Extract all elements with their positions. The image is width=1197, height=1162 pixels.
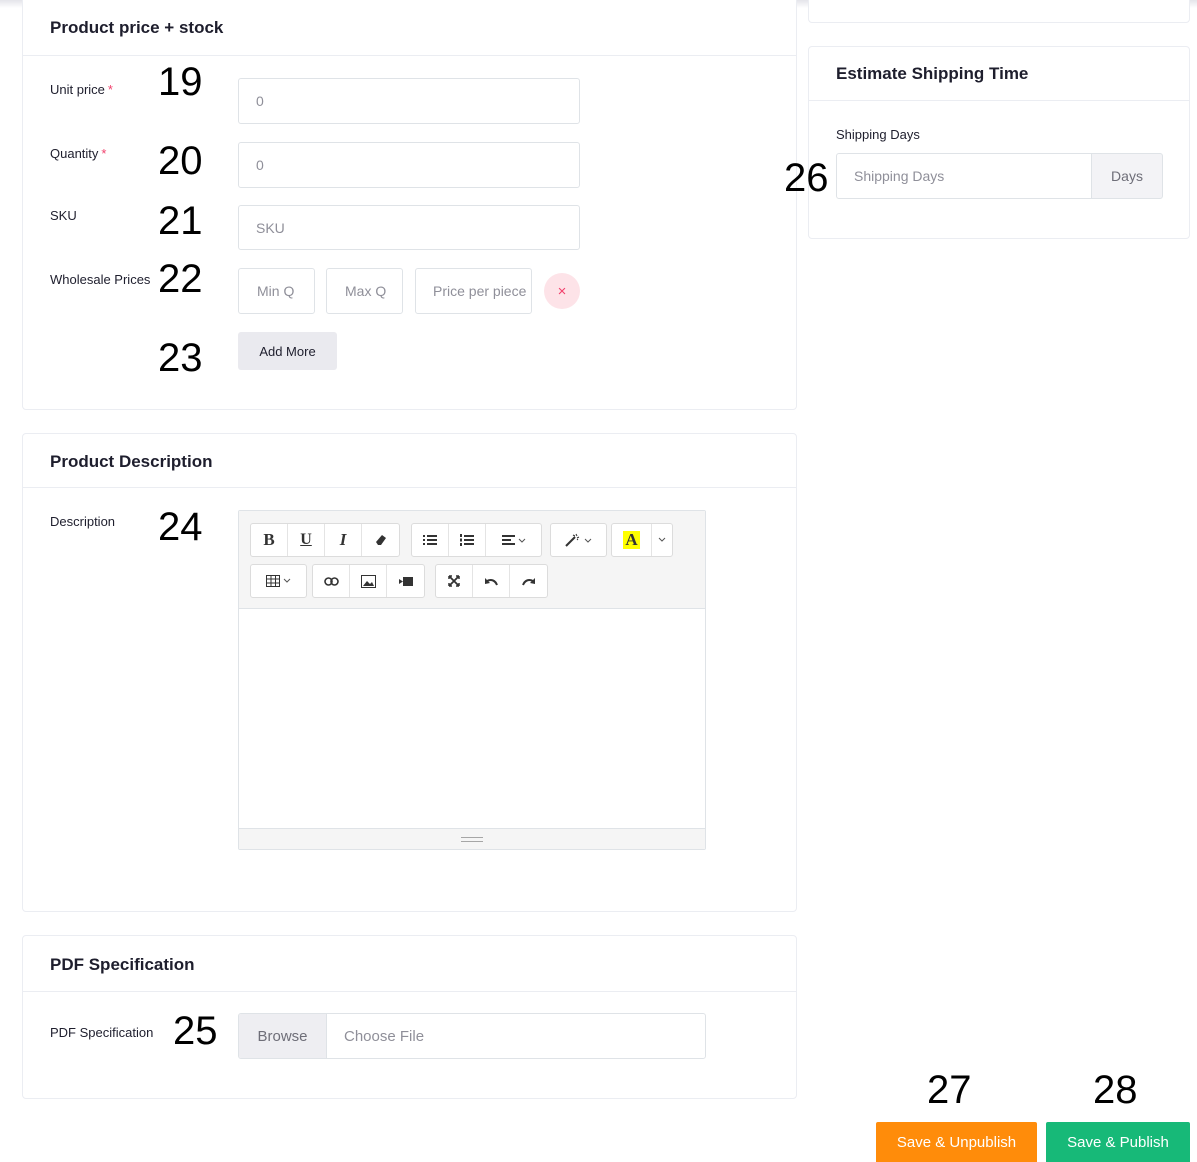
bold-button[interactable]: B [251,524,288,556]
align-icon [501,535,525,545]
fullscreen-button[interactable] [436,565,473,597]
link-icon [323,576,339,586]
video-icon [398,576,413,586]
color-dropdown-button[interactable] [652,524,672,556]
description-title: Product Description [50,452,213,471]
required-marker: * [107,82,113,97]
ordered-list-button[interactable] [449,524,486,556]
price-stock-header: Product price + stock [23,0,796,56]
shipping-card: Estimate Shipping Time [808,46,1190,239]
pdf-label: PDF Specification [50,1025,154,1040]
table-dropdown-button[interactable] [251,565,306,597]
shipping-days-label: Shipping Days [836,127,920,142]
annotation-23: 23 [158,336,203,380]
undo-icon [485,578,498,586]
unit-price-label-text: Unit price [50,82,105,97]
style-dropdown-button[interactable] [551,524,606,556]
table-icon [265,575,290,587]
video-button[interactable] [387,565,424,597]
annotation-26: 26 [784,156,829,200]
wholesale-max-qty-input[interactable]: Max Q [326,268,403,314]
paragraph-group [411,523,542,557]
quantity-input[interactable]: 0 [238,142,580,188]
wholesale-price-input[interactable]: Price per piece [415,268,532,314]
save-and-publish-button[interactable]: Save & Publish [1046,1122,1190,1162]
shipping-header: Estimate Shipping Time [809,47,1189,101]
unordered-list-button[interactable] [412,524,449,556]
table-group [250,564,307,598]
required-marker: * [101,146,107,161]
eraser-icon [375,535,386,545]
insert-group [312,564,425,598]
annotation-27: 27 [927,1068,972,1112]
unit-price-input[interactable]: 0 [238,78,580,124]
undo-button[interactable] [473,565,510,597]
pdf-header: PDF Specification [23,936,796,992]
wholesale-prices-label: Wholesale Prices [50,272,151,287]
redo-icon [521,578,535,586]
italic-button[interactable]: I [325,524,362,556]
text-color-icon: A [623,530,640,549]
eraser-button[interactable] [362,524,399,556]
annotation-28: 28 [1093,1068,1138,1112]
underline-icon: U [300,531,312,548]
ol-icon [460,534,474,546]
link-button[interactable] [313,565,350,597]
quantity-label: Quantity * [50,146,106,161]
annotation-25: 25 [173,1009,218,1053]
misc-group [435,564,548,598]
save-and-unpublish-button[interactable]: Save & Unpublish [876,1122,1037,1162]
description-label: Description [50,514,116,529]
redo-button[interactable] [510,565,547,597]
editor-toolbar: B U I A [239,511,705,609]
sku-label: SKU [50,208,77,223]
quantity-label-text: Quantity [50,146,99,161]
chevron-down-icon [658,537,666,542]
annotation-22: 22 [158,257,203,301]
remove-wholesale-row-button[interactable]: × [544,273,580,309]
editor-content-area[interactable] [239,610,705,827]
annotation-20: 20 [158,139,203,183]
picture-button[interactable] [350,565,387,597]
pdf-title: PDF Specification [50,955,195,974]
pdf-file-input[interactable]: Browse Choose File [238,1013,706,1059]
close-icon: × [557,282,567,300]
days-suffix: Days [1091,153,1163,199]
rich-text-editor: B U I A [238,510,706,850]
price-stock-title: Product price + stock [50,18,224,37]
sku-input[interactable]: SKU [238,205,580,250]
shipping-top-card [808,0,1190,23]
editor-resize-handle[interactable] [239,828,705,849]
annotation-19: 19 [158,60,203,104]
italic-icon: I [339,530,347,549]
underline-button[interactable]: U [288,524,325,556]
add-more-button[interactable]: Add More [238,332,337,370]
style-group [550,523,607,557]
browse-button[interactable]: Browse [239,1014,327,1058]
align-dropdown-button[interactable] [486,524,541,556]
annotation-24: 24 [158,505,203,549]
picture-icon [360,574,376,588]
description-header: Product Description [23,434,796,488]
shipping-title: Estimate Shipping Time [836,64,1029,83]
resize-grip-icon [461,836,483,842]
unit-price-label: Unit price * [50,82,113,97]
shipping-days-input[interactable]: Shipping Days [836,153,1092,199]
ul-icon [423,535,437,545]
wholesale-min-qty-input[interactable]: Min Q [238,268,315,314]
file-name-display[interactable]: Choose File [327,1014,705,1058]
font-style-group: B U I [250,523,400,557]
magic-wand-icon [564,533,591,547]
bold-icon: B [263,530,275,549]
color-group: A [611,523,673,557]
annotation-21: 21 [158,199,203,243]
fullscreen-icon [448,575,460,587]
font-color-button[interactable]: A [612,524,652,556]
